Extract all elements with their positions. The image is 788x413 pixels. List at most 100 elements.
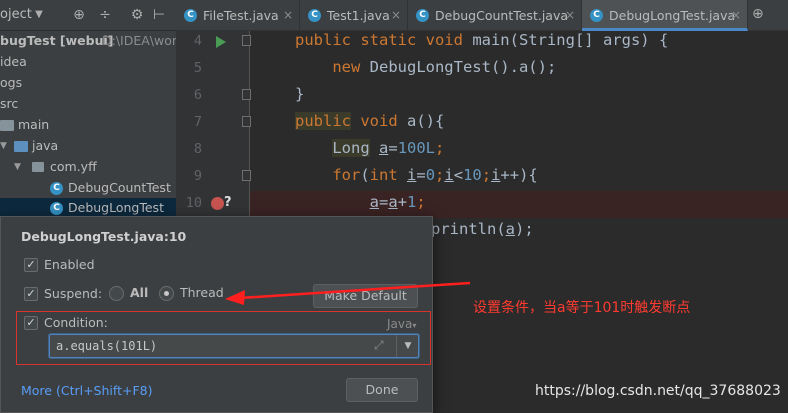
tab-list-icon[interactable]: ⊕: [752, 6, 764, 22]
line-number: 4: [193, 33, 202, 49]
language-selector[interactable]: Java▾: [387, 317, 416, 331]
fold-icon[interactable]: [242, 89, 251, 100]
suspend-label: Suspend:: [44, 286, 103, 301]
chevron-down-icon[interactable]: ▼: [0, 136, 10, 156]
tree-item-src[interactable]: src: [0, 94, 176, 114]
java-class-icon: C: [416, 9, 429, 22]
fold-icon[interactable]: [242, 170, 251, 181]
chevron-down-icon: ▾: [412, 321, 417, 330]
code-token: .println(: [421, 220, 506, 238]
more-link[interactable]: More (Ctrl+Shift+F8): [21, 383, 152, 398]
code-token: 1: [407, 193, 417, 211]
line-number: 10: [185, 195, 202, 211]
condition-input-value: a.equals(101L): [56, 339, 158, 353]
tree-item-label: src: [0, 96, 19, 111]
tree-item-label: java: [32, 138, 59, 153]
code-line[interactable]: new DebugLongTest().a();: [295, 58, 556, 76]
code-line[interactable]: Long a=100L;: [295, 139, 444, 157]
java-class-icon: C: [184, 9, 197, 22]
code-token: <: [453, 166, 464, 184]
fold-icon[interactable]: [242, 116, 251, 127]
java-class-icon: C: [308, 9, 321, 22]
code-token: +: [397, 193, 408, 211]
tab-label: DebugLongTest.java: [609, 8, 736, 23]
line-number: 8: [193, 141, 202, 157]
tab-debugcounttest[interactable]: C DebugCountTest.java ×: [408, 0, 582, 31]
line-number: 9: [193, 168, 202, 184]
condition-input[interactable]: a.equals(101L) ⤢ ▼: [49, 334, 419, 358]
code-token: a: [379, 139, 389, 157]
folder-icon: [0, 120, 14, 131]
tab-filetest[interactable]: C FileTest.java ×: [176, 0, 300, 31]
java-class-icon: C: [50, 182, 63, 195]
tab-test1[interactable]: C Test1.java ×: [300, 0, 408, 31]
close-icon[interactable]: ×: [391, 0, 401, 31]
fold-icon[interactable]: [242, 35, 251, 46]
tree-item-package[interactable]: ▼ com.yff: [0, 157, 176, 177]
popup-title: DebugLongTest.java:10: [21, 229, 187, 244]
code-token: void: [351, 112, 407, 130]
suspend-thread-radio[interactable]: [159, 286, 174, 301]
java-class-icon: C: [590, 9, 603, 22]
gear-icon[interactable]: ⚙: [128, 6, 146, 24]
tree-item-main[interactable]: main: [0, 115, 176, 135]
tree-item-idea[interactable]: idea: [0, 52, 176, 72]
tree-item-path: D:\IDEA\work: [102, 33, 185, 48]
chevron-down-icon[interactable]: ▼: [396, 335, 419, 357]
make-default-button[interactable]: Make Default: [313, 284, 418, 308]
code-line[interactable]: }: [295, 85, 304, 103]
tree-item-label: idea: [0, 54, 27, 69]
tree-item-debuglongtest[interactable]: C DebugLongTest: [0, 198, 176, 218]
run-icon[interactable]: [216, 36, 226, 48]
code-token: ++){: [500, 166, 538, 184]
code-token: );: [515, 220, 534, 238]
code-token: main(String[] args) {: [472, 31, 669, 49]
code-token: i: [407, 166, 417, 184]
tree-item-debugcounttest[interactable]: C DebugCountTest: [0, 178, 176, 198]
code-token: DebugLongTest().a();: [369, 58, 557, 76]
close-icon[interactable]: ×: [731, 0, 741, 31]
close-icon[interactable]: ×: [565, 0, 575, 31]
suspend-thread-label: Thread: [180, 285, 224, 300]
tree-item-java[interactable]: ▼ java: [0, 136, 176, 156]
code-line[interactable]: public void a(){: [295, 112, 444, 130]
condition-checkbox[interactable]: ✓: [24, 316, 38, 330]
enabled-checkbox[interactable]: ✓: [24, 258, 38, 272]
code-token: a: [505, 220, 516, 238]
tree-item-label: ogs: [0, 75, 23, 90]
tree-item-logs[interactable]: ogs: [0, 73, 176, 93]
collapse-all-icon[interactable]: ÷: [96, 6, 114, 24]
hide-icon[interactable]: ⊢: [150, 6, 168, 24]
code-token: 100L: [397, 139, 436, 157]
watermark-text: https://blog.csdn.net/qq_37688023: [535, 383, 781, 399]
breakpoint-icon[interactable]: [211, 197, 224, 210]
tree-item-label: main: [18, 117, 50, 132]
tree-item-project-root[interactable]: bugTest [webui] D:\IDEA\work: [0, 31, 184, 51]
code-token: 0: [425, 166, 436, 184]
code-token: }: [295, 85, 305, 103]
suspend-all-radio[interactable]: [109, 286, 124, 301]
code-line[interactable]: for(int i=0;i<10;i++){: [295, 166, 538, 184]
expand-icon[interactable]: ⤢: [374, 338, 384, 353]
tab-debuglongtest[interactable]: C DebugLongTest.java ×: [582, 0, 748, 31]
locate-icon[interactable]: ⊕: [70, 6, 88, 24]
editor-tab-bar: C FileTest.java × C Test1.java × C Debug…: [176, 0, 788, 31]
code-token: ;: [435, 139, 445, 157]
code-token: i: [444, 166, 454, 184]
done-button[interactable]: Done: [346, 378, 418, 402]
line-number: 7: [193, 114, 202, 130]
chevron-down-icon[interactable]: ▼: [14, 157, 24, 177]
project-view-selector[interactable]: oject: [0, 7, 32, 22]
close-icon[interactable]: ×: [283, 0, 293, 31]
code-token: ;: [481, 166, 492, 184]
chevron-down-icon[interactable]: ▼: [30, 6, 48, 24]
code-line[interactable]: public static void main(String[] args) {: [295, 31, 668, 49]
code-token: =: [379, 193, 389, 211]
code-token: a: [388, 193, 398, 211]
code-line[interactable]: a=a+1;: [295, 193, 426, 211]
suspend-checkbox[interactable]: ✓: [24, 287, 38, 301]
code-token: =: [388, 139, 398, 157]
annotation-text: 设置条件，当a等于101时触发断点: [473, 300, 691, 316]
